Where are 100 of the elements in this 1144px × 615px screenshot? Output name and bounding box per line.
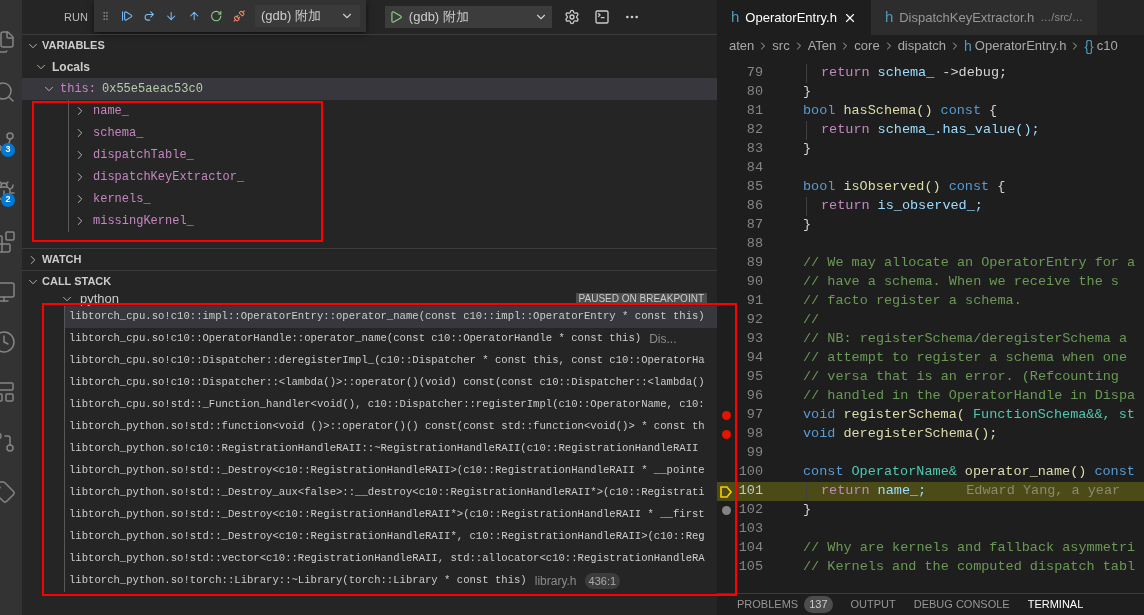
- breadcrumb-item[interactable]: aten: [729, 36, 755, 56]
- variable-row[interactable]: this: 0x55e5aeac53c0: [22, 78, 717, 100]
- line-number: 86: [745, 197, 763, 216]
- code-token: }: [803, 83, 812, 102]
- debug-session-select[interactable]: (gdb) 附加: [254, 5, 360, 27]
- symbol-icon: h: [964, 35, 972, 57]
- frame-name: libtorch_python.so!torch::Library::~Library(torch::Library * const this): [69, 573, 527, 589]
- breadcrumb-item[interactable]: src: [772, 36, 790, 56]
- code-token: // NB: registerSchema/deregisterSchema a: [803, 330, 1128, 349]
- line-number: 93: [745, 330, 763, 349]
- code-token: bool: [803, 102, 836, 121]
- code-token: return: [821, 121, 870, 140]
- breadcrumb-item[interactable]: OperatorEntry.h: [974, 36, 1067, 56]
- line-number: 102: [737, 501, 763, 520]
- code-token: hasSchema(): [843, 102, 933, 121]
- count-badge: 137: [804, 596, 833, 613]
- code-token: isObserved(): [843, 178, 941, 197]
- code-token: OperatorName&: [851, 463, 957, 482]
- code-token: // handled in the OperatorHandle in Dispa: [803, 387, 1136, 406]
- editor-tab[interactable]: h OperatorEntry.h: [717, 0, 871, 35]
- breadcrumb-item[interactable]: ATen: [807, 36, 837, 56]
- code-token: is_observed_;: [877, 197, 983, 216]
- restart-icon[interactable]: [210, 8, 223, 24]
- code-token: // facto register a schema.: [803, 292, 1022, 311]
- section-header[interactable]: CALL STACK: [22, 270, 717, 292]
- frame-name: libtorch_cpu.so!std::_Function_handler<void(), c10::Dispatcher::registerImpl(c10::OperatorName, c10:: [69, 397, 705, 413]
- file-type-icon: h: [731, 6, 740, 29]
- code-token: }: [803, 140, 812, 159]
- code-token: schema_: [877, 64, 935, 83]
- line-number: 80: [745, 83, 763, 102]
- frame-name: libtorch_python.so!std::vector<c10::RegistrationHandleRAII, std::allocator<c10::RegistrationHandleRA: [69, 551, 705, 567]
- frame-name: libtorch_cpu.so!c10::Dispatcher::deregisterImpl_(c10::Dispatcher * const this, const c10::OperatorHa: [69, 353, 705, 369]
- code-token: return: [821, 482, 870, 501]
- variable-name: kernels_: [93, 191, 151, 208]
- launch-config-select[interactable]: (gdb) 附加: [384, 6, 552, 28]
- code-token: schema_.has_value();: [877, 121, 1040, 140]
- line-number: 82: [745, 121, 763, 140]
- stack-frame[interactable]: libtorch_python.so!torch::Library::~Library(torch::Library * const this) library.h 436:1: [64, 570, 717, 592]
- line-number: 100: [737, 463, 763, 482]
- disconnect-icon[interactable]: [232, 8, 245, 24]
- count-badge: 3: [1, 143, 15, 157]
- section-header[interactable]: VARIABLES: [22, 34, 717, 56]
- code-token: FunctionSchema&&,: [972, 406, 1111, 425]
- code-token: void: [803, 406, 836, 425]
- file-type-icon: h: [884, 6, 894, 29]
- line-number: 103: [737, 520, 763, 539]
- code-token: {: [989, 102, 998, 121]
- stack-frame[interactable]: libtorch_cpu.so!c10::impl::OperatorEntry::operator_name(const c10::impl::OperatorEntry * const this): [64, 306, 717, 328]
- frame-source: library.h: [534, 573, 577, 590]
- code-token: // versa that is an error. (Refcounting: [803, 368, 1119, 387]
- code-token: name_;: [877, 482, 927, 501]
- frame-name: libtorch_python.so!std::_Destroy<c10::RegistrationHandleRAII*>(c10::RegistrationHandleRAII * __first: [69, 507, 705, 523]
- line-number: 95: [745, 368, 763, 387]
- variable-name: schema_: [93, 125, 144, 142]
- frame-name: libtorch_cpu.so!c10::Dispatcher::<lambda()>::operator()(void) const(const c10::Dispatcher::<lambda(): [69, 375, 705, 391]
- sidebar-title: RUN: [64, 9, 88, 25]
- continue-icon[interactable]: [120, 8, 134, 24]
- code-token: }: [803, 501, 812, 520]
- section-title: CALL STACK: [42, 274, 112, 290]
- scope-row[interactable]: Locals: [22, 56, 717, 78]
- variable-name: this:: [60, 81, 96, 98]
- code-token: //: [803, 311, 820, 330]
- editor-tab[interactable]: h DispatchKeyExtractor.h …/src/…: [870, 0, 1098, 35]
- variable-value: 0x55e5aeac53c0: [102, 81, 203, 98]
- code-token: }: [803, 216, 812, 235]
- step-over-icon[interactable]: [143, 8, 156, 24]
- line-number: 85: [745, 178, 763, 197]
- frame-name: libtorch_python.so!std::_Destroy_aux<false>::__destroy<c10::RegistrationHandleRAII*>(c10::Registrati: [69, 485, 705, 501]
- frame-source: Dis...: [649, 331, 677, 348]
- breadcrumb-item[interactable]: dispatch: [897, 36, 947, 56]
- frame-name: libtorch_python.so!std::_Destroy<c10::RegistrationHandleRAII>(c10::RegistrationHandleRAII * __pointe: [69, 463, 705, 479]
- line-number: 105: [737, 558, 763, 577]
- code-token: operator_name(): [964, 463, 1087, 482]
- code-token: // Why are kernels and fallback asymmetri: [803, 539, 1136, 558]
- line-number: 99: [745, 444, 763, 463]
- line-number: 91: [745, 292, 763, 311]
- breadcrumb-item[interactable]: core: [854, 36, 880, 56]
- panel-tab[interactable]: TERMINAL: [1027, 596, 1084, 613]
- tab-label: OperatorEntry.h: [745, 8, 837, 27]
- code-token: bool: [803, 178, 836, 197]
- panel-tab[interactable]: DEBUG CONSOLE: [913, 596, 1010, 613]
- line-number: 87: [745, 216, 763, 235]
- blame-annotation: Edward Yang, a year: [966, 482, 1121, 501]
- breadcrumb-item[interactable]: c10: [1096, 36, 1118, 56]
- code-token: void: [803, 425, 836, 444]
- thread-row[interactable]: python PAUSED ON BREAKPOINT: [22, 292, 717, 306]
- panel-tab[interactable]: PROBLEMS 137: [737, 596, 833, 613]
- section-header[interactable]: WATCH: [22, 248, 717, 270]
- line-number: 83: [745, 140, 763, 159]
- line-number: 104: [737, 539, 763, 558]
- scope-label: Locals: [52, 59, 90, 76]
- settings-icon[interactable]: [563, 9, 580, 25]
- code-token: const: [948, 178, 990, 197]
- code-token: deregisterSchema();: [843, 425, 998, 444]
- panel-tab[interactable]: OUTPUT: [850, 596, 896, 613]
- line-number: 90: [745, 273, 763, 292]
- frame-name: libtorch_cpu.so!c10::OperatorHandle::operator_name(const c10::OperatorHandle * const this): [69, 331, 642, 347]
- variable-name: dispatchKeyExtractor_: [93, 169, 245, 186]
- debug-console-icon[interactable]: [593, 9, 610, 25]
- current-frame-arrow-icon: [719, 484, 733, 499]
